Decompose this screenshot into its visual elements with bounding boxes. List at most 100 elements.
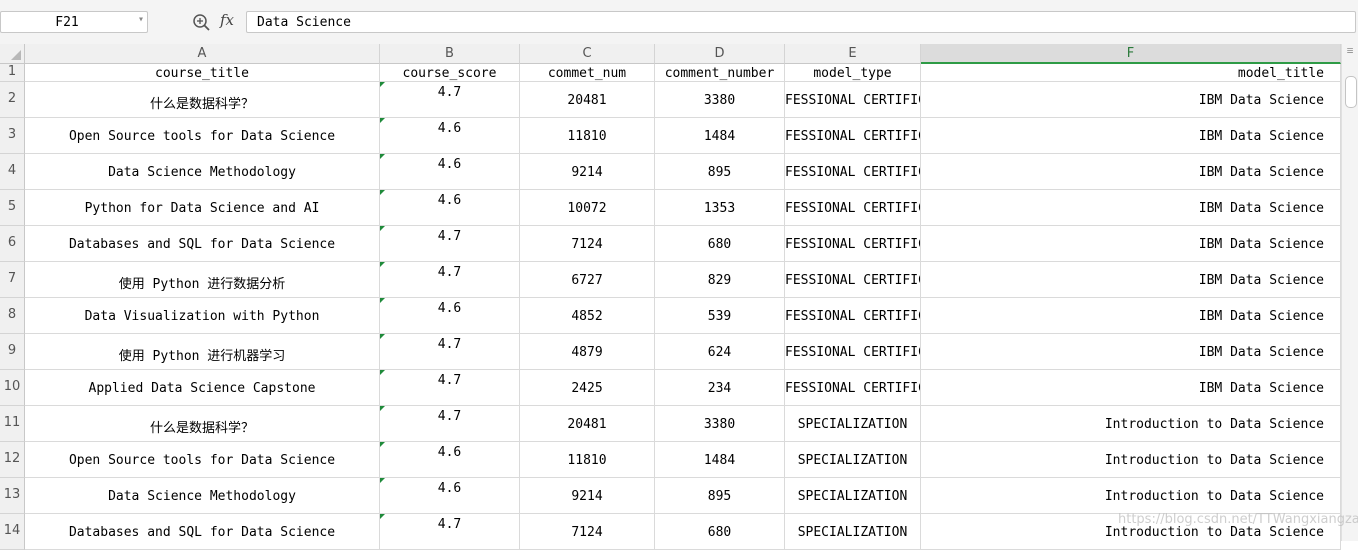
cell-commet-num[interactable]: 6727 bbox=[520, 262, 655, 298]
cell-course-score[interactable]: 4.6 bbox=[380, 442, 520, 478]
cell-course-score[interactable]: 4.7 bbox=[380, 262, 520, 298]
row-header[interactable]: 14 bbox=[0, 514, 25, 550]
cell-model-title[interactable]: IBM Data Science bbox=[921, 82, 1341, 118]
zoom-in-icon[interactable] bbox=[192, 13, 212, 31]
cell-course-title[interactable]: 什么是数据科学？ bbox=[25, 406, 380, 442]
row-header[interactable]: 10 bbox=[0, 370, 25, 406]
cell-course-title[interactable]: Databases and SQL for Data Science bbox=[25, 514, 380, 550]
name-box-dropdown-icon[interactable]: ▾ bbox=[138, 14, 144, 25]
cell-model-title[interactable]: Introduction to Data Science bbox=[921, 406, 1341, 442]
row-header[interactable]: 6 bbox=[0, 226, 25, 262]
cell-model-type[interactable]: FESSIONAL CERTIFIC bbox=[785, 370, 921, 406]
cell-course-score[interactable]: 4.6 bbox=[380, 190, 520, 226]
cell-comment-number[interactable]: 3380 bbox=[655, 82, 785, 118]
row-header[interactable]: 11 bbox=[0, 406, 25, 442]
cell-model-type[interactable]: FESSIONAL CERTIFIC bbox=[785, 190, 921, 226]
cell-course-title[interactable]: 使用 Python 进行数据分析 bbox=[25, 262, 380, 298]
cell-course-score[interactable]: 4.7 bbox=[380, 370, 520, 406]
cell-course-title[interactable]: 使用 Python 进行机器学习 bbox=[25, 334, 380, 370]
cell-comment-number[interactable]: 1484 bbox=[655, 442, 785, 478]
header-cell-commet-num[interactable]: commet_num bbox=[520, 64, 655, 82]
cell-commet-num[interactable]: 10072 bbox=[520, 190, 655, 226]
cell-comment-number[interactable]: 624 bbox=[655, 334, 785, 370]
cell-comment-number[interactable]: 1484 bbox=[655, 118, 785, 154]
formula-input[interactable]: Data Science bbox=[246, 11, 1356, 33]
cell-model-type[interactable]: FESSIONAL CERTIFIC bbox=[785, 82, 921, 118]
cell-commet-num[interactable]: 4879 bbox=[520, 334, 655, 370]
cell-model-type[interactable]: SPECIALIZATION bbox=[785, 514, 921, 550]
cell-model-type[interactable]: SPECIALIZATION bbox=[785, 442, 921, 478]
cell-model-title[interactable]: IBM Data Science bbox=[921, 190, 1341, 226]
cell-commet-num[interactable]: 2425 bbox=[520, 370, 655, 406]
row-header[interactable]: 8 bbox=[0, 298, 25, 334]
row-header[interactable]: 12 bbox=[0, 442, 25, 478]
row-header[interactable]: 4 bbox=[0, 154, 25, 190]
cell-model-type[interactable]: FESSIONAL CERTIFIC bbox=[785, 298, 921, 334]
cell-commet-num[interactable]: 20481 bbox=[520, 406, 655, 442]
cell-model-title[interactable]: IBM Data Science bbox=[921, 226, 1341, 262]
cell-model-title[interactable]: IBM Data Science bbox=[921, 118, 1341, 154]
cell-commet-num[interactable]: 20481 bbox=[520, 82, 655, 118]
select-all-corner[interactable] bbox=[0, 44, 25, 64]
cell-course-title[interactable]: Data Science Methodology bbox=[25, 478, 380, 514]
cell-comment-number[interactable]: 680 bbox=[655, 514, 785, 550]
column-header-c[interactable]: C bbox=[520, 44, 655, 64]
cell-course-title[interactable]: 什么是数据科学？ bbox=[25, 82, 380, 118]
cell-commet-num[interactable]: 7124 bbox=[520, 514, 655, 550]
column-header-e[interactable]: E bbox=[785, 44, 921, 64]
cell-comment-number[interactable]: 895 bbox=[655, 154, 785, 190]
cell-model-title[interactable]: Introduction to Data Science bbox=[921, 478, 1341, 514]
cell-model-type[interactable]: FESSIONAL CERTIFIC bbox=[785, 262, 921, 298]
cell-commet-num[interactable]: 7124 bbox=[520, 226, 655, 262]
row-header[interactable]: 13 bbox=[0, 478, 25, 514]
cell-comment-number[interactable]: 895 bbox=[655, 478, 785, 514]
cell-course-title[interactable]: Applied Data Science Capstone bbox=[25, 370, 380, 406]
cell-comment-number[interactable]: 3380 bbox=[655, 406, 785, 442]
cell-model-title[interactable]: IBM Data Science bbox=[921, 298, 1341, 334]
column-header-f[interactable]: F bbox=[921, 44, 1341, 64]
cell-model-type[interactable]: FESSIONAL CERTIFIC bbox=[785, 334, 921, 370]
cell-model-type[interactable]: FESSIONAL CERTIFIC bbox=[785, 226, 921, 262]
cell-commet-num[interactable]: 9214 bbox=[520, 154, 655, 190]
cell-comment-number[interactable]: 829 bbox=[655, 262, 785, 298]
scrollbar-thumb[interactable] bbox=[1345, 76, 1357, 108]
cell-model-title[interactable]: IBM Data Science bbox=[921, 334, 1341, 370]
cell-course-score[interactable]: 4.7 bbox=[380, 514, 520, 550]
row-header[interactable]: 2 bbox=[0, 82, 25, 118]
cell-model-title[interactable]: Introduction to Data Science bbox=[921, 442, 1341, 478]
vertical-scrollbar[interactable]: ≡ bbox=[1341, 44, 1358, 541]
column-header-b[interactable]: B bbox=[380, 44, 520, 64]
cell-model-title[interactable]: IBM Data Science bbox=[921, 262, 1341, 298]
cell-commet-num[interactable]: 11810 bbox=[520, 442, 655, 478]
cell-comment-number[interactable]: 234 bbox=[655, 370, 785, 406]
cell-comment-number[interactable]: 680 bbox=[655, 226, 785, 262]
cell-course-score[interactable]: 4.7 bbox=[380, 82, 520, 118]
header-cell-course-title[interactable]: course_title bbox=[25, 64, 380, 82]
header-cell-model-type[interactable]: model_type bbox=[785, 64, 921, 82]
cell-course-score[interactable]: 4.6 bbox=[380, 154, 520, 190]
scrollbar-menu-icon[interactable]: ≡ bbox=[1344, 44, 1356, 57]
cell-course-score[interactable]: 4.6 bbox=[380, 298, 520, 334]
cell-model-type[interactable]: SPECIALIZATION bbox=[785, 478, 921, 514]
cell-course-score[interactable]: 4.7 bbox=[380, 334, 520, 370]
cell-commet-num[interactable]: 11810 bbox=[520, 118, 655, 154]
cell-course-score[interactable]: 4.6 bbox=[380, 118, 520, 154]
header-cell-course-score[interactable]: course_score bbox=[380, 64, 520, 82]
cell-course-title[interactable]: Python for Data Science and AI bbox=[25, 190, 380, 226]
cell-comment-number[interactable]: 539 bbox=[655, 298, 785, 334]
cell-model-type[interactable]: FESSIONAL CERTIFIC bbox=[785, 118, 921, 154]
cell-course-score[interactable]: 4.6 bbox=[380, 478, 520, 514]
header-cell-comment-number[interactable]: comment_number bbox=[655, 64, 785, 82]
cell-comment-number[interactable]: 1353 bbox=[655, 190, 785, 226]
cell-model-title[interactable]: IBM Data Science bbox=[921, 154, 1341, 190]
cell-course-score[interactable]: 4.7 bbox=[380, 406, 520, 442]
cell-commet-num[interactable]: 4852 bbox=[520, 298, 655, 334]
row-header[interactable]: 7 bbox=[0, 262, 25, 298]
cell-course-score[interactable]: 4.7 bbox=[380, 226, 520, 262]
cell-course-title[interactable]: Databases and SQL for Data Science bbox=[25, 226, 380, 262]
row-header[interactable]: 9 bbox=[0, 334, 25, 370]
cell-model-type[interactable]: SPECIALIZATION bbox=[785, 406, 921, 442]
row-header[interactable]: 1 bbox=[0, 64, 25, 82]
fx-icon[interactable]: fx bbox=[220, 11, 234, 29]
column-header-d[interactable]: D bbox=[655, 44, 785, 64]
